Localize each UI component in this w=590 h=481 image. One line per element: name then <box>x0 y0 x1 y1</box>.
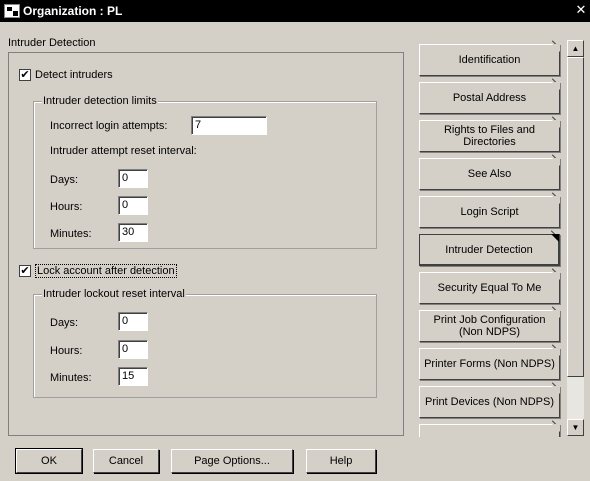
ok-button[interactable]: OK <box>15 448 83 474</box>
detect-intruders-checkbox[interactable]: ✔ <box>19 69 31 81</box>
help-button[interactable]: Help <box>306 449 376 473</box>
lock-account-row[interactable]: ✔ Lock account after detection <box>19 264 177 278</box>
window-title: Organization : PL <box>23 4 123 18</box>
lock-minutes-input[interactable]: 15 <box>118 367 148 386</box>
lock-hours-label: Hours: <box>50 345 83 357</box>
intruder-detection-panel: ✔ Detect intruders Intruder detection li… <box>8 52 404 436</box>
detect-hours-input[interactable]: 0 <box>118 196 148 215</box>
tab-rights-to-files[interactable]: Rights to Files and Directories <box>419 120 560 152</box>
detect-hours-label: Hours: <box>50 201 83 213</box>
tab-postal-address[interactable]: Postal Address <box>419 82 560 114</box>
tab-partial[interactable] <box>419 424 560 437</box>
incorrect-login-label: Incorrect login attempts: <box>50 120 168 132</box>
detect-days-input[interactable]: 0 <box>118 169 148 188</box>
lock-hours-input[interactable]: 0 <box>118 340 148 359</box>
lock-days-label: Days: <box>50 317 79 329</box>
tab-see-also[interactable]: See Also <box>419 158 560 190</box>
scroll-thumb[interactable] <box>567 57 584 377</box>
organization-icon <box>4 4 20 18</box>
tab-print-devices[interactable]: Print Devices (Non NDPS) <box>419 386 560 418</box>
page-tabs: Identification Postal Address Rights to … <box>415 35 567 437</box>
tab-login-script[interactable]: Login Script <box>419 196 560 228</box>
tab-print-job-configuration[interactable]: Print Job Configuration (Non NDPS) <box>419 310 560 342</box>
detect-minutes-label: Minutes: <box>50 228 92 240</box>
scroll-down-icon[interactable]: ▼ <box>567 419 584 436</box>
tab-printer-forms[interactable]: Printer Forms (Non NDPS) <box>419 348 560 380</box>
lockout-reset-group: Intruder lockout reset interval Days: 0 … <box>33 288 377 398</box>
lockout-reset-legend: Intruder lockout reset interval <box>42 288 186 300</box>
lock-minutes-label: Minutes: <box>50 372 92 384</box>
page-title: Intruder Detection <box>8 37 96 49</box>
reset-interval-label: Intruder attempt reset interval: <box>50 145 197 157</box>
tab-identification[interactable]: Identification <box>419 44 560 76</box>
detection-limits-legend: Intruder detection limits <box>42 95 158 107</box>
tab-intruder-detection[interactable]: Intruder Detection <box>419 234 560 266</box>
incorrect-login-input[interactable]: 7 <box>191 116 267 135</box>
scroll-up-icon[interactable]: ▲ <box>567 40 584 57</box>
lock-days-input[interactable]: 0 <box>118 312 148 331</box>
title-bar[interactable]: Organization : PL ✕ <box>0 0 590 22</box>
detect-intruders-row[interactable]: ✔ Detect intruders <box>19 69 113 81</box>
page-options-button[interactable]: Page Options... <box>171 449 293 473</box>
lock-account-label[interactable]: Lock account after detection <box>35 264 177 278</box>
tab-security-equal-to-me[interactable]: Security Equal To Me <box>419 272 560 304</box>
cancel-button[interactable]: Cancel <box>93 449 159 473</box>
tabs-scrollbar[interactable]: ▲ ▼ <box>567 40 584 436</box>
detection-limits-group: Intruder detection limits Incorrect logi… <box>33 95 377 249</box>
lock-account-checkbox[interactable]: ✔ <box>19 265 31 277</box>
detect-minutes-input[interactable]: 30 <box>118 223 148 242</box>
detect-intruders-label[interactable]: Detect intruders <box>35 69 113 81</box>
detect-days-label: Days: <box>50 174 79 186</box>
close-button[interactable]: ✕ <box>574 3 588 17</box>
